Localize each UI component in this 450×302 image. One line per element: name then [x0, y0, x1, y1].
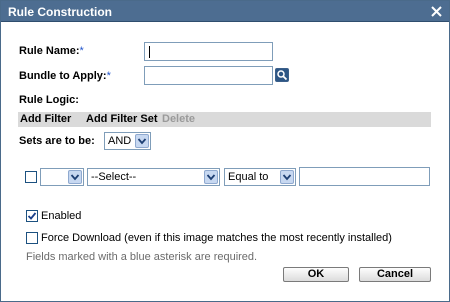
- add-filter-button[interactable]: Add Filter: [20, 113, 71, 125]
- cancel-button[interactable]: Cancel: [359, 267, 431, 282]
- filter-group-select[interactable]: [40, 168, 84, 186]
- filter-toolbar: Add Filter Add Filter Set Delete: [18, 112, 431, 127]
- filter-value-input[interactable]: [299, 167, 430, 186]
- ok-button[interactable]: OK: [283, 267, 349, 282]
- required-asterisk: *: [79, 45, 84, 57]
- rule-name-label: Rule Name:*: [19, 45, 84, 57]
- bundle-label: Bundle to Apply:*: [19, 70, 111, 82]
- bundle-input[interactable]: [144, 66, 273, 85]
- filter-field-value: --Select--: [91, 171, 137, 183]
- chevron-down-icon: [280, 170, 294, 184]
- title-bar: Rule Construction: [1, 1, 449, 22]
- required-asterisk: *: [106, 70, 111, 82]
- force-download-checkbox[interactable]: [26, 232, 38, 244]
- text-caret: [149, 46, 150, 58]
- sets-operator-select[interactable]: AND: [104, 132, 151, 150]
- force-download-label: Force Download (even if this image match…: [41, 232, 392, 244]
- enabled-checkbox[interactable]: [26, 210, 38, 222]
- close-icon[interactable]: [430, 5, 443, 18]
- chevron-down-icon: [135, 134, 149, 148]
- sets-operator-value: AND: [108, 135, 132, 147]
- enabled-label: Enabled: [41, 210, 82, 222]
- dialog-title: Rule Construction: [8, 5, 112, 19]
- chevron-down-icon: [68, 170, 82, 184]
- required-fields-hint: Fields marked with a blue asterisk are r…: [26, 251, 258, 263]
- filter-row-checkbox[interactable]: [25, 171, 37, 183]
- checkmark-icon: [27, 212, 37, 220]
- filter-operator-value: Equal to: [228, 171, 269, 183]
- filter-operator-select[interactable]: Equal to: [224, 168, 296, 186]
- delete-button[interactable]: Delete: [162, 113, 195, 125]
- search-icon[interactable]: [275, 68, 289, 82]
- add-filter-set-button[interactable]: Add Filter Set: [86, 113, 158, 125]
- chevron-down-icon: [204, 170, 218, 184]
- rule-construction-dialog: Rule Construction Rule Name:* Bundle to …: [0, 0, 450, 302]
- rule-name-input[interactable]: [144, 42, 273, 61]
- sets-label: Sets are to be:: [19, 135, 95, 147]
- rule-logic-label: Rule Logic:: [19, 94, 79, 106]
- filter-field-select[interactable]: --Select--: [87, 168, 220, 186]
